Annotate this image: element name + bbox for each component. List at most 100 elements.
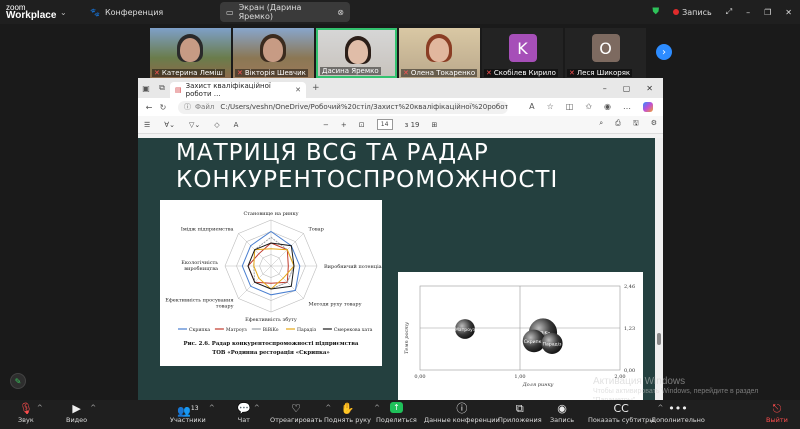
chevron-up-icon[interactable]: ^ <box>254 404 260 412</box>
minimize-icon[interactable]: – <box>603 84 607 93</box>
participant-tile[interactable]: ✕ Олена Токаренко <box>399 28 480 78</box>
scrollbar-thumb[interactable] <box>657 333 661 345</box>
bcg-x-tick-label: 1,00 <box>514 374 525 380</box>
more-button[interactable]: ••• Дополнительно <box>651 402 705 424</box>
next-page-arrow-icon[interactable]: › <box>656 44 672 60</box>
read-aloud-icon[interactable]: A <box>529 102 534 112</box>
shared-browser-window: ▣ ⧉ ▤ Захист кваліфікаційної роботи … ✕ … <box>138 78 663 400</box>
refresh-icon[interactable]: ↻ <box>156 103 170 112</box>
read-aloud-icon[interactable]: A <box>234 121 239 129</box>
maximize-icon[interactable]: ▢ <box>623 84 631 93</box>
contents-icon[interactable]: ☰ <box>144 121 150 129</box>
page-view-icon[interactable]: ⊞ <box>431 121 437 129</box>
video-button[interactable]: ▶ Видео ^ <box>66 402 96 424</box>
chevron-down-icon[interactable]: ⌄ <box>60 8 67 17</box>
minimize-icon[interactable]: – <box>746 8 750 17</box>
bcg-x-axis-label: Доля ринку <box>522 382 554 388</box>
new-tab-icon[interactable]: + <box>312 83 320 93</box>
record-label: Запись <box>682 7 712 17</box>
browser-tab[interactable]: ▤ Захист кваліфікаційної роботи … ✕ <box>170 82 306 98</box>
participant-name: Дасина Яремко <box>320 67 381 75</box>
hand-icon: ✋ <box>340 402 355 415</box>
record-icon: ◉ <box>557 402 567 415</box>
share-screen-icon: ↑ <box>389 402 403 413</box>
close-icon[interactable]: ⊗ <box>337 8 344 17</box>
participants-button[interactable]: 👥13 Участники ^ <box>170 402 215 424</box>
share-button[interactable]: ↑ Поделиться <box>376 402 417 424</box>
participant-tile[interactable]: ✕ Вікторія Шевчик <box>233 28 314 78</box>
participant-name: ✕ Олена Токаренко <box>401 69 478 77</box>
chat-label: Чат <box>237 416 250 424</box>
save-icon[interactable]: 🖫 <box>633 119 639 130</box>
draw-icon[interactable]: ▽⌄ <box>189 121 200 129</box>
profile-icon[interactable]: ◉ <box>604 102 611 112</box>
mic-muted-icon: ✕ <box>237 69 243 77</box>
settings-icon[interactable]: ⚙ <box>651 119 657 130</box>
radar-axis-label: Екологічність виробництва <box>181 260 218 272</box>
restore-icon[interactable]: ❐ <box>764 8 771 17</box>
react-label: Отреагировать <box>270 416 323 424</box>
person-face <box>348 40 368 64</box>
fit-page-icon[interactable]: ⊡ <box>359 121 365 129</box>
back-icon[interactable]: ← <box>142 103 156 112</box>
apps-label: Приложения <box>498 416 542 424</box>
share-label: Поделиться <box>376 416 417 424</box>
raise-hand-label: Поднять руку <box>324 416 371 424</box>
menu-dots-icon[interactable]: … <box>623 102 631 112</box>
react-button[interactable]: ♡ Отреагировать ^ <box>270 402 331 424</box>
captions-button[interactable]: CC Показать субтитры ^ <box>588 402 663 424</box>
raise-hand-button[interactable]: ✋ Поднять руку ^ <box>324 402 380 424</box>
radar-chart-figure: Становище на ринку Товар Виробничий потенц… <box>160 200 385 366</box>
avatar: K <box>508 34 537 62</box>
search-icon[interactable]: ⌕ <box>599 119 603 130</box>
fullscreen-icon[interactable]: ⤢ <box>726 7 732 17</box>
record-dot-icon <box>673 8 680 15</box>
chevron-up-icon[interactable]: ^ <box>209 404 215 412</box>
zoom-in-icon[interactable]: + <box>341 121 347 129</box>
page-number-input[interactable]: 14 <box>376 119 393 130</box>
chevron-up-icon[interactable]: ^ <box>37 404 43 412</box>
record-button[interactable]: ◉ Запись <box>550 402 574 424</box>
favorites-icon[interactable]: ✩ <box>585 102 592 112</box>
radar-axis-label-line: Ефективність просування <box>165 296 233 303</box>
close-icon[interactable]: ✕ <box>646 84 653 93</box>
leave-button[interactable]: ⎋ Выйти <box>766 402 788 424</box>
bcg-y-tick-label: 2,46 <box>624 284 635 290</box>
close-window-icon[interactable]: ✕ <box>785 8 792 17</box>
bcg-y-tick-label: 0,00 <box>624 368 635 374</box>
annotate-pen-icon[interactable]: ✎ <box>10 373 26 389</box>
chevron-up-icon[interactable]: ^ <box>90 404 96 412</box>
participant-tile-active-speaker[interactable]: Дасина Яремко <box>316 28 397 78</box>
record-indicator[interactable]: Запись <box>673 8 712 17</box>
page-total: з 19 <box>404 120 420 129</box>
pdf-scrollbar[interactable] <box>655 138 663 400</box>
chat-icon: 💬 <box>237 402 251 415</box>
radar-axis-label: Ефективність просування товару <box>165 296 233 309</box>
close-tab-icon[interactable]: ✕ <box>295 86 301 94</box>
shield-icon[interactable]: ⛊ <box>652 7 659 17</box>
print-icon[interactable]: ⎙ <box>615 119 621 130</box>
pdf-icon: ▤ <box>175 86 182 94</box>
favorite-star-icon[interactable]: ☆ <box>547 102 554 112</box>
chat-button[interactable]: 💬 Чат ^ <box>237 402 260 424</box>
address-bar[interactable]: ⓘ Файл C:/Users/veshn/OneDrive/Робочий%2… <box>178 100 508 114</box>
address-bar-row: ← ↻ ⓘ Файл C:/Users/veshn/OneDrive/Робоч… <box>138 98 663 116</box>
meeting-info-button[interactable]: ⓘ Данные конференции <box>424 402 500 424</box>
erase-icon[interactable]: ◇ <box>214 121 219 129</box>
participant-tile[interactable]: K ✕ Скобілев Кирило <box>482 28 563 78</box>
split-screen-icon[interactable]: ◫ <box>566 102 574 112</box>
audio-button[interactable]: 🎙 Звук ^ <box>18 402 43 424</box>
copilot-icon[interactable] <box>643 102 653 112</box>
tab-groups-icon[interactable]: ⧉ <box>154 83 170 93</box>
tab-actions-icon[interactable]: ▣ <box>138 84 154 93</box>
participant-tile[interactable]: O ✕ Леся Шикоряк <box>565 28 646 78</box>
participants-count: 13 <box>190 405 199 412</box>
captions-label: Показать субтитры <box>588 416 655 424</box>
tab-conference[interactable]: 🐾 Конференция <box>84 2 214 22</box>
zoom-out-icon[interactable]: − <box>323 121 329 129</box>
participant-tile[interactable]: ✕ Катерина Леміш <box>150 28 231 78</box>
highlight-icon[interactable]: ∀⌄ <box>164 121 175 129</box>
tab-label: Конференция <box>104 7 164 17</box>
tab-screen-share[interactable]: ▭ Экран (Дарина Яремко) ⊗ <box>220 2 350 22</box>
apps-button[interactable]: ⧉ Приложения <box>498 402 542 424</box>
